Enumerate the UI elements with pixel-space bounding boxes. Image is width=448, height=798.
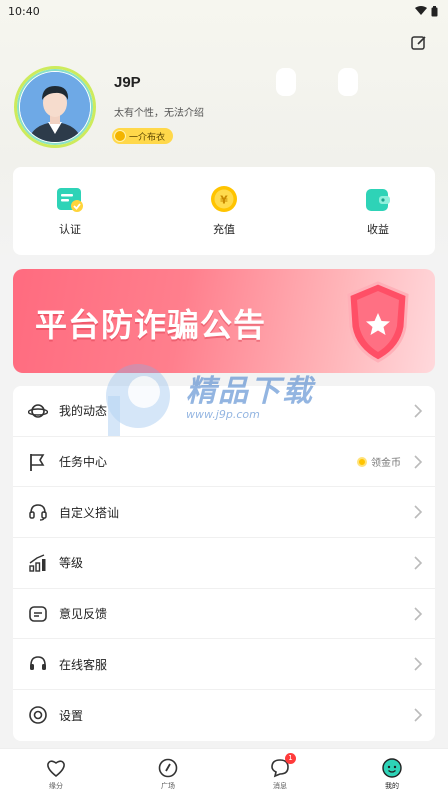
menu-item-label: 我的动态 bbox=[59, 404, 108, 419]
username: J9P bbox=[114, 74, 141, 91]
recharge-coin-icon: ¥ bbox=[211, 186, 237, 212]
profile-header: J9P 太有个性，无法介绍 一介布衣 bbox=[14, 66, 434, 150]
avatar[interactable] bbox=[14, 66, 96, 148]
quick-action-earnings[interactable]: 收益 bbox=[343, 167, 413, 255]
heart-icon bbox=[47, 759, 65, 777]
menu-item-label: 等级 bbox=[59, 556, 84, 571]
quick-action-verify[interactable]: 认证 bbox=[35, 167, 105, 255]
menu-item-customer-service[interactable]: 在线客服 bbox=[13, 639, 435, 691]
menu-item-label: 意见反馈 bbox=[59, 607, 108, 622]
tab-square[interactable]: 广场 bbox=[138, 757, 198, 791]
quick-action-label: 认证 bbox=[59, 223, 81, 236]
decor-pill bbox=[338, 68, 358, 96]
earn-coins-text: 领金币 bbox=[371, 458, 401, 470]
chevron-right-icon bbox=[414, 657, 423, 671]
bottom-tab-bar: 缘分 广场 1 消息 我的 bbox=[0, 748, 448, 798]
compass-icon bbox=[158, 758, 178, 777]
quick-action-label: 收益 bbox=[367, 223, 389, 236]
settings-icon bbox=[29, 706, 47, 725]
feedback-icon bbox=[29, 605, 47, 622]
quick-action-recharge[interactable]: ¥ 充值 bbox=[189, 167, 259, 255]
avatar-illustration bbox=[20, 72, 90, 142]
level-bars-icon bbox=[29, 554, 46, 572]
verify-icon bbox=[57, 188, 83, 212]
svg-text:¥: ¥ bbox=[220, 194, 228, 207]
quick-actions-card: 认证 ¥ 充值 收益 bbox=[13, 167, 435, 255]
tab-label: 缘分 bbox=[49, 781, 63, 790]
menu-item-label: 设置 bbox=[59, 708, 84, 723]
menu-item-settings[interactable]: 设置 bbox=[13, 690, 435, 741]
decor-pill bbox=[276, 68, 296, 96]
menu-item-my-posts[interactable]: 我的动态 bbox=[13, 386, 435, 437]
menu-item-task-center[interactable]: 任务中心 领金币 bbox=[13, 437, 435, 488]
tab-match[interactable]: 缘分 bbox=[26, 757, 86, 791]
edit-profile-icon[interactable] bbox=[410, 34, 428, 52]
menu-item-label: 自定义搭讪 bbox=[59, 505, 120, 520]
anti-fraud-banner[interactable]: 平台防诈骗公告 bbox=[13, 269, 435, 373]
headset-icon bbox=[29, 504, 47, 521]
shield-star-icon bbox=[347, 281, 409, 363]
tab-label: 我的 bbox=[385, 781, 399, 790]
menu-list: 我的动态 任务中心 领金币 自定义搭讪 等级 意见反馈 在线客服 设置 bbox=[13, 386, 435, 741]
unread-badge: 1 bbox=[285, 752, 296, 764]
chevron-right-icon bbox=[414, 708, 423, 723]
chevron-right-icon bbox=[414, 556, 423, 570]
banner-title: 平台防诈骗公告 bbox=[35, 306, 267, 344]
planet-icon bbox=[28, 404, 48, 418]
headset-icon bbox=[30, 656, 46, 671]
wallet-icon bbox=[366, 189, 390, 211]
menu-item-level[interactable]: 等级 bbox=[13, 538, 435, 589]
tab-label: 广场 bbox=[161, 781, 175, 790]
quick-action-label: 充值 bbox=[213, 223, 235, 236]
chevron-right-icon bbox=[414, 607, 423, 621]
flag-icon bbox=[30, 453, 45, 471]
tab-label: 消息 bbox=[273, 781, 287, 790]
menu-item-custom-greeting[interactable]: 自定义搭讪 bbox=[13, 487, 435, 539]
chevron-right-icon bbox=[414, 505, 423, 519]
menu-item-feedback[interactable]: 意见反馈 bbox=[13, 589, 435, 640]
menu-item-label: 任务中心 bbox=[59, 455, 108, 470]
wifi-icon bbox=[415, 6, 427, 15]
tab-mine[interactable]: 我的 bbox=[362, 757, 422, 791]
tab-messages[interactable]: 1 消息 bbox=[250, 752, 310, 791]
battery-icon bbox=[431, 5, 438, 16]
rank-coin-icon bbox=[114, 130, 126, 142]
status-time: 10:40 bbox=[8, 4, 40, 18]
rank-label: 一介布衣 bbox=[129, 132, 166, 143]
chevron-right-icon bbox=[414, 454, 423, 469]
menu-item-label: 在线客服 bbox=[59, 657, 108, 672]
coin-icon bbox=[357, 456, 367, 467]
earn-coins-hint: 领金币 bbox=[357, 454, 401, 469]
status-bar: 10:40 bbox=[0, 0, 448, 22]
user-bio: 太有个性，无法介绍 bbox=[114, 108, 204, 119]
chevron-right-icon bbox=[414, 404, 423, 418]
smiley-icon bbox=[382, 757, 402, 778]
rank-badge: 一介布衣 bbox=[112, 128, 174, 144]
